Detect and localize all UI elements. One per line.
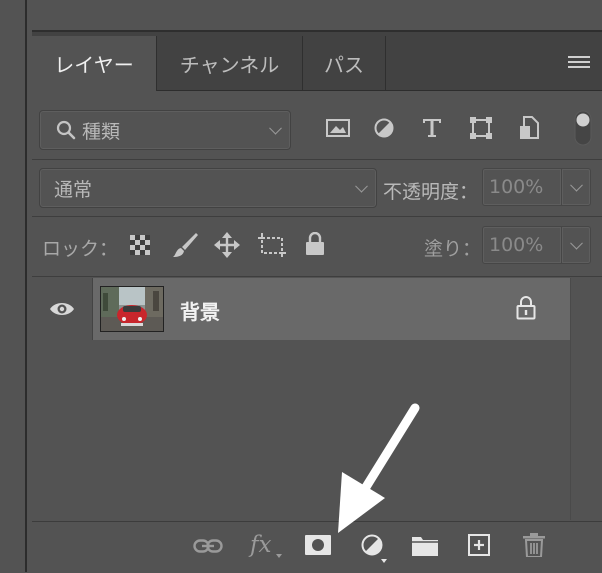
opacity-value: 100% — [489, 176, 544, 198]
layer-lock-icon — [516, 296, 536, 320]
blend-mode-dropdown[interactable]: 通常 — [39, 168, 377, 208]
new-layer-icon[interactable] — [468, 534, 490, 556]
blend-mode-value: 通常 — [54, 178, 93, 201]
fill-dropdown-button[interactable] — [561, 226, 591, 264]
filter-toggle-switch[interactable] — [574, 110, 592, 146]
layer-style-fx-button[interactable]: fx — [250, 532, 271, 558]
annotation-arrow — [338, 403, 420, 533]
divider — [32, 216, 602, 217]
link-layers-icon[interactable] — [193, 538, 223, 554]
fx-menu-caret-icon — [276, 554, 282, 558]
opacity-label: 不透明度： — [383, 181, 479, 203]
tab-channels[interactable]: チャンネル — [157, 36, 303, 90]
filter-kind-label: 種類 — [82, 120, 121, 143]
lock-label: ロック： — [42, 238, 119, 260]
tab-paths[interactable]: パス — [303, 36, 386, 90]
tab-paths-label: パス — [324, 52, 364, 77]
layer-visibility-cell[interactable] — [32, 278, 93, 340]
tab-layers-label: レイヤー — [54, 53, 134, 77]
search-icon — [56, 120, 76, 140]
adjustment-menu-caret-icon — [381, 559, 387, 563]
chevron-down-icon — [355, 179, 368, 193]
upper-panel — [32, 0, 602, 32]
divider — [32, 276, 602, 277]
panel-menu-icon[interactable] — [568, 56, 590, 70]
lock-position-move-icon[interactable] — [214, 232, 240, 258]
fill-value: 100% — [489, 234, 544, 256]
panel-tab-bar: レイヤー チャンネル パス — [32, 32, 602, 91]
shape-filter-icon[interactable] — [470, 117, 492, 139]
chevron-down-icon — [269, 121, 282, 135]
layer-name[interactable]: 背景 — [180, 296, 220, 325]
type-filter-icon[interactable] — [422, 118, 442, 138]
image-filter-icon[interactable] — [326, 118, 350, 138]
lock-transparent-pixels-icon[interactable] — [130, 235, 150, 255]
adjustment-filter-icon[interactable] — [374, 118, 394, 138]
car-photo-thumbnail — [101, 287, 163, 331]
tab-channels-label: チャンネル — [179, 52, 280, 77]
lock-artboard-icon[interactable] — [258, 232, 286, 258]
lock-all-icon[interactable] — [305, 232, 325, 256]
layers-scroll-track[interactable] — [570, 278, 602, 520]
chevron-down-icon — [570, 178, 583, 192]
lock-image-pixels-brush-icon[interactable] — [172, 232, 198, 258]
opacity-dropdown-button[interactable] — [561, 168, 591, 206]
left-gutter — [0, 0, 25, 572]
chevron-down-icon — [570, 236, 583, 250]
eye-icon[interactable] — [49, 300, 75, 318]
opacity-input[interactable]: 100% — [482, 168, 562, 206]
divider — [32, 159, 602, 160]
layer-thumbnail[interactable] — [100, 286, 164, 332]
tab-layers[interactable]: レイヤー — [32, 36, 157, 91]
panel-divider[interactable] — [25, 0, 27, 572]
fill-input[interactable]: 100% — [482, 226, 562, 264]
layer-filter-dropdown[interactable]: 種類 — [39, 110, 291, 150]
smart-object-filter-icon[interactable] — [519, 116, 539, 140]
layers-list-empty-area — [32, 340, 570, 520]
delete-layer-trash-icon[interactable] — [523, 533, 545, 557]
fill-label: 塗り： — [424, 238, 482, 260]
